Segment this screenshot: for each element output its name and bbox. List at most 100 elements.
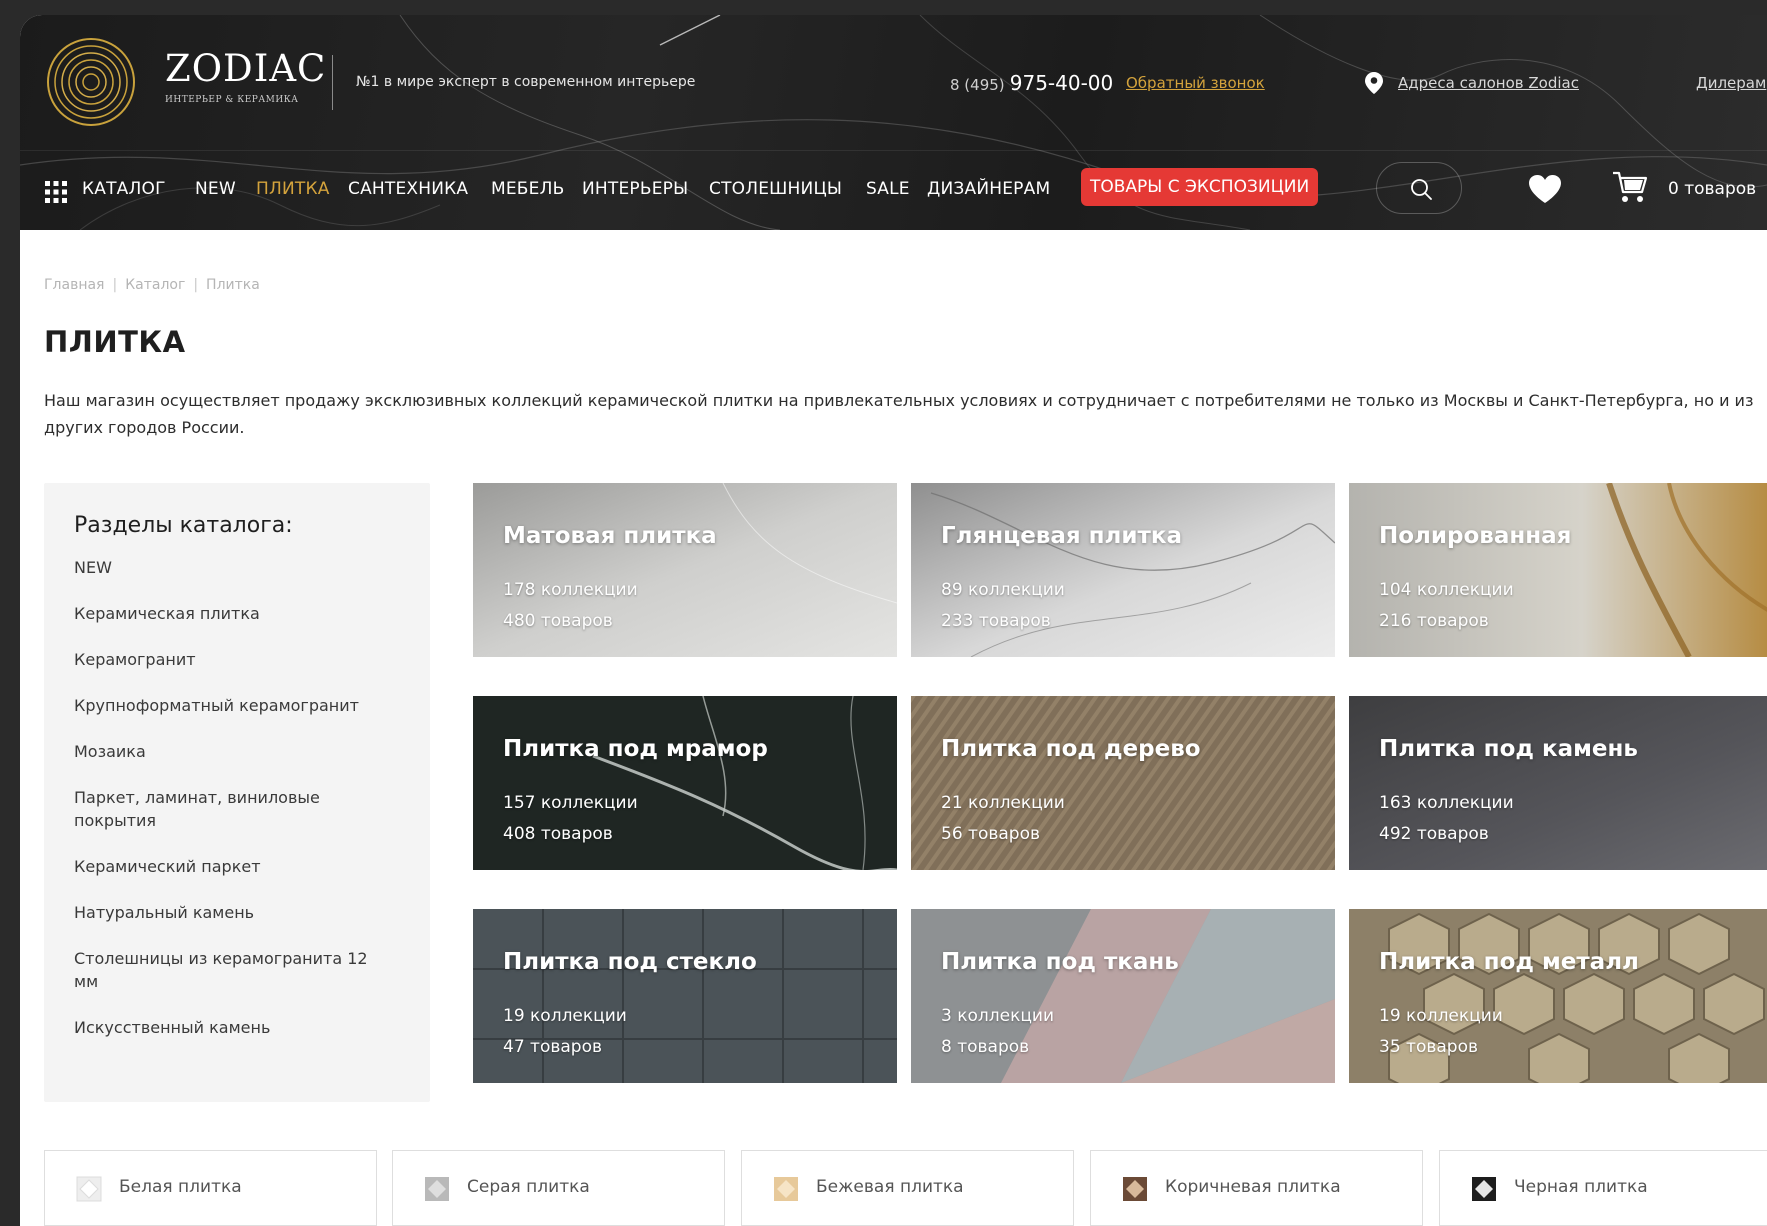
sidebar-title: Разделы каталога:	[74, 513, 293, 538]
color-chip-black[interactable]: Черная плитка	[1439, 1150, 1767, 1226]
color-chip-label: Серая плитка	[467, 1177, 590, 1197]
grey-swatch-icon	[425, 1177, 449, 1201]
tile-collections: 21 коллекции	[941, 793, 1065, 813]
dealers-link[interactable]: Дилерам	[1696, 74, 1766, 92]
tile-meta: 157 коллекции 408 товаров	[503, 788, 638, 850]
search-button[interactable]	[1376, 162, 1462, 214]
grid-icon[interactable]	[44, 180, 68, 204]
tile-collections: 178 коллекции	[503, 580, 638, 600]
nav-designers[interactable]: ДИЗАЙНЕРАМ	[927, 179, 1050, 199]
tile-meta: 104 коллекции 216 товаров	[1379, 575, 1514, 637]
tile-products: 480 товаров	[503, 611, 613, 631]
tagline: №1 в мире эксперт в современном интерьер…	[356, 74, 696, 90]
tile-products: 35 товаров	[1379, 1037, 1478, 1057]
tile-title: Плитка под стекло	[503, 949, 757, 975]
breadcrumb-catalog[interactable]: Каталог	[125, 277, 185, 293]
tile-glass[interactable]: Плитка под стекло 19 коллекции 47 товаро…	[473, 909, 897, 1083]
sidebar-item-artificial-stone[interactable]: Искусственный камень	[74, 1016, 394, 1039]
sidebar-item-porcelain[interactable]: Керамогранит	[74, 648, 394, 671]
map-pin-icon	[1365, 72, 1383, 94]
breadcrumb: Главная | Каталог | Плитка	[44, 277, 260, 293]
tile-metal[interactable]: Плитка под металл 19 коллекции 35 товаро…	[1349, 909, 1767, 1083]
page-title: ПЛИТКА	[44, 325, 186, 359]
zodiac-logo-icon[interactable]	[46, 37, 136, 127]
color-chip-beige[interactable]: Бежевая плитка	[741, 1150, 1074, 1226]
nav-furniture[interactable]: МЕБЕЛЬ	[491, 179, 564, 199]
tile-meta: 19 коллекции 47 товаров	[503, 1001, 627, 1063]
tile-meta: 163 коллекции 492 товаров	[1379, 788, 1514, 850]
tile-meta: 178 коллекции 480 товаров	[503, 575, 638, 637]
nav-new[interactable]: NEW	[195, 179, 236, 199]
sidebar-item-new[interactable]: NEW	[74, 556, 394, 579]
sidebar-item-parquet[interactable]: Паркет, ламинат, виниловые покрытия	[74, 786, 394, 832]
brown-swatch-icon	[1123, 1177, 1147, 1201]
nav-interiors[interactable]: ИНТЕРЬЕРЫ	[582, 179, 688, 199]
heart-icon[interactable]	[1528, 174, 1562, 204]
color-chip-label: Бежевая плитка	[816, 1177, 964, 1197]
salon-addresses-link[interactable]: Адреса салонов Zodiac	[1398, 74, 1579, 92]
tile-collections: 104 коллекции	[1379, 580, 1514, 600]
sidebar-item-natural-stone[interactable]: Натуральный камень	[74, 901, 394, 924]
tile-polished[interactable]: Полированная 104 коллекции 216 товаров	[1349, 483, 1767, 657]
tile-collections: 3 коллекции	[941, 1006, 1055, 1026]
phone-digits: 975-40-00	[1009, 71, 1114, 95]
tile-wood[interactable]: Плитка под дерево 21 коллекции 56 товаро…	[911, 696, 1335, 870]
tile-products: 216 товаров	[1379, 611, 1489, 631]
main-nav: КАТАЛОГ NEW ПЛИТКА САНТЕХНИКА МЕБЕЛЬ ИНТ…	[20, 150, 1767, 230]
color-chip-label: Коричневая плитка	[1165, 1177, 1341, 1197]
sidebar-item-large-porcelain[interactable]: Крупноформатный керамогранит	[74, 694, 394, 717]
catalog-sidebar: Разделы каталога: NEW Керамическая плитк…	[44, 483, 430, 1102]
nav-countertops[interactable]: СТОЛЕШНИЦЫ	[709, 179, 842, 199]
color-chip-brown[interactable]: Коричневая плитка	[1090, 1150, 1423, 1226]
callback-link[interactable]: Обратный звонок	[1126, 74, 1265, 92]
tile-title: Матовая плитка	[503, 523, 717, 549]
tile-collections: 19 коллекции	[1379, 1006, 1503, 1026]
sidebar-item-countertops[interactable]: Столешницы из керамогранита 12 мм	[74, 947, 394, 993]
beige-swatch-icon	[774, 1177, 798, 1201]
breadcrumb-current: Плитка	[206, 277, 260, 293]
tile-meta: 3 коллекции 8 товаров	[941, 1001, 1054, 1063]
tile-stone[interactable]: Плитка под камень 163 коллекции 492 това…	[1349, 696, 1767, 870]
tile-products: 47 товаров	[503, 1037, 602, 1057]
sidebar-item-ceramic-tile[interactable]: Керамическая плитка	[74, 602, 394, 625]
color-filters: Белая плитка Серая плитка Бежевая плитка…	[44, 1150, 1767, 1226]
tile-title: Полированная	[1379, 523, 1572, 549]
nav-catalog[interactable]: КАТАЛОГ	[82, 179, 166, 199]
tile-title: Глянцевая плитка	[941, 523, 1182, 549]
white-swatch-icon	[76, 1176, 102, 1202]
tile-collections: 89 коллекции	[941, 580, 1065, 600]
tile-title: Плитка под металл	[1379, 949, 1639, 975]
sidebar-item-ceramic-parquet[interactable]: Керамический паркет	[74, 855, 394, 878]
tile-products: 233 товаров	[941, 611, 1051, 631]
tile-marble[interactable]: Плитка под мрамор 157 коллекции 408 това…	[473, 696, 897, 870]
color-chip-grey[interactable]: Серая плитка	[392, 1150, 725, 1226]
page-intro: Наш магазин осуществляет продажу эксклюз…	[44, 391, 1754, 437]
nav-sale[interactable]: SALE	[866, 179, 910, 199]
breadcrumb-home[interactable]: Главная	[44, 277, 104, 293]
tile-fabric[interactable]: Плитка под ткань 3 коллекции 8 товаров	[911, 909, 1335, 1083]
tile-meta: 19 коллекции 35 товаров	[1379, 1001, 1503, 1063]
color-chip-label: Белая плитка	[119, 1177, 242, 1197]
tile-products: 8 товаров	[941, 1037, 1030, 1057]
tile-meta: 89 коллекции 233 товаров	[941, 575, 1065, 637]
nav-tiles[interactable]: ПЛИТКА	[256, 179, 330, 199]
tile-products: 492 товаров	[1379, 824, 1489, 844]
cart-icon[interactable]	[1612, 170, 1648, 204]
tile-title: Плитка под дерево	[941, 736, 1201, 762]
phone-code: 8 (495)	[950, 76, 1005, 94]
nav-exposition-button[interactable]: ТОВАРЫ С ЭКСПОЗИЦИИ	[1081, 168, 1319, 206]
browser-frame: ZODIAC ИНТЕРЬЕР & КЕРАМИКА №1 в мире экс…	[20, 15, 1767, 1226]
tile-collections: 163 коллекции	[1379, 793, 1514, 813]
brand[interactable]: ZODIAC ИНТЕРЬЕР & КЕРАМИКА	[165, 50, 326, 105]
sidebar-item-mosaic[interactable]: Мозаика	[74, 740, 394, 763]
nav-plumbing[interactable]: САНТЕХНИКА	[348, 179, 468, 199]
phone-number[interactable]: 8 (495) 975-40-00	[950, 71, 1113, 95]
tile-products: 56 товаров	[941, 824, 1040, 844]
tile-matte[interactable]: Матовая плитка 178 коллекции 480 товаров	[473, 483, 897, 657]
tile-glossy[interactable]: Глянцевая плитка 89 коллекции 233 товаро…	[911, 483, 1335, 657]
color-chip-label: Черная плитка	[1514, 1177, 1648, 1197]
cart-count[interactable]: 0 товаров	[1668, 179, 1756, 199]
color-chip-white[interactable]: Белая плитка	[44, 1150, 377, 1226]
tile-collections: 19 коллекции	[503, 1006, 627, 1026]
tile-title: Плитка под камень	[1379, 736, 1638, 762]
